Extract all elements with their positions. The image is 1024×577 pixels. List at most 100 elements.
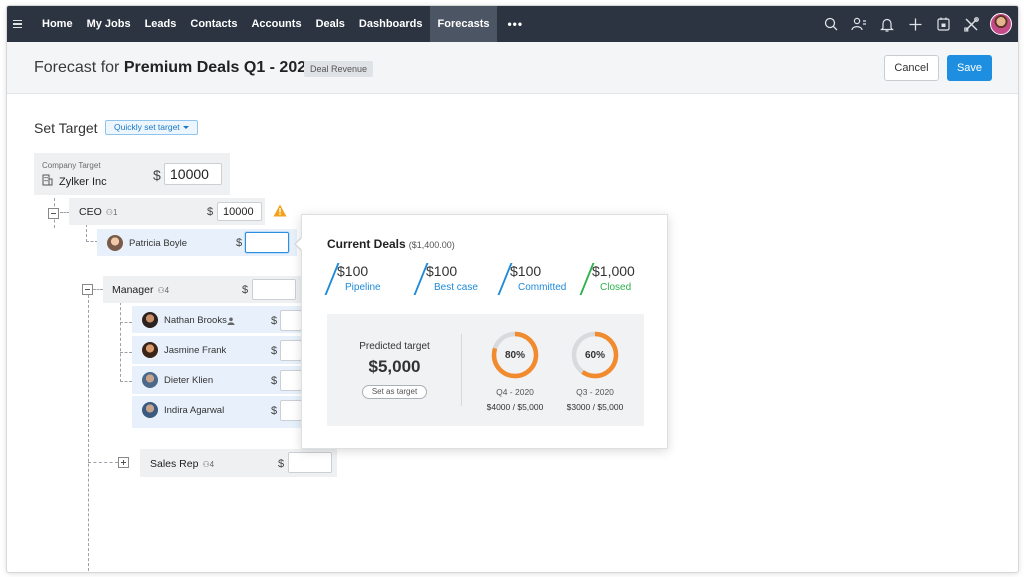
currency-symbol: $	[242, 284, 249, 296]
list-item: Dieter Klien $	[132, 366, 302, 394]
current-deals-heading: Current Deals	[327, 237, 406, 251]
sales-rep-target-input[interactable]	[288, 452, 332, 473]
user-avatar[interactable]	[990, 13, 1012, 35]
current-deals-total: ($1,400.00)	[408, 240, 455, 250]
currency-symbol: $	[271, 405, 278, 417]
expand-sales-rep-toggle[interactable]	[118, 457, 129, 468]
nav-leads[interactable]: Leads	[138, 6, 184, 42]
nav-dashboards[interactable]: Dashboards	[352, 6, 430, 42]
member-count: ⚇4	[202, 460, 215, 469]
metric-value: $100	[510, 263, 542, 279]
nav-forecasts[interactable]: Forecasts	[429, 6, 498, 42]
forecast-type-badge: Deal Revenue	[304, 61, 374, 77]
sales-rep-role: Sales Rep	[150, 458, 199, 470]
currency-symbol: $	[207, 206, 214, 218]
metric-pipeline: $100 Pipeline	[324, 261, 417, 295]
title-prefix: Forecast for	[34, 59, 120, 76]
manager-row: Manager ⚇4 $	[103, 276, 303, 303]
company-target-input[interactable]: 10000	[164, 163, 222, 185]
manager-count: 4	[164, 286, 170, 295]
metric-value: $1,000	[592, 263, 635, 279]
manager-role: Manager	[112, 284, 154, 296]
menu-icon[interactable]	[13, 19, 35, 29]
cancel-button[interactable]: Cancel	[884, 55, 939, 81]
tree-connector	[88, 462, 118, 463]
metric-committed: $100 Committed	[497, 261, 590, 295]
quarter-label: Q3 - 2020	[576, 387, 614, 397]
divider	[461, 334, 462, 406]
set-target-heading: Set Target	[34, 120, 98, 136]
collapse-manager-toggle[interactable]	[82, 284, 93, 295]
nav-accounts[interactable]: Accounts	[244, 6, 308, 42]
quick-set-target-button[interactable]: Quickly set target	[105, 120, 198, 135]
member-target-input[interactable]	[280, 310, 302, 331]
quarter-ratio: $3000 / $5,000	[566, 402, 624, 412]
company-target-label: Company Target	[42, 161, 101, 170]
list-item: Indira Agarwal $	[132, 396, 302, 428]
list-item: Patricia Boyle $	[97, 229, 297, 256]
calendar-icon[interactable]	[934, 15, 952, 33]
warning-icon	[273, 204, 287, 217]
nav-home[interactable]: Home	[35, 6, 80, 42]
metric-label: Closed	[600, 282, 632, 293]
predicted-target-label: Predicted target	[359, 341, 430, 352]
metric-label: Pipeline	[345, 282, 381, 293]
avatar	[142, 342, 158, 358]
member-target-input[interactable]	[280, 400, 302, 421]
collapse-ceo-toggle[interactable]	[48, 208, 59, 219]
plus-icon[interactable]	[906, 15, 924, 33]
avatar	[142, 372, 158, 388]
currency-symbol: $	[271, 315, 278, 327]
metric-label: Committed	[518, 282, 567, 293]
ceo-row: CEO ⚇1 $ 10000	[69, 198, 265, 225]
company-target-card: Company Target Zylker Inc $ 10000	[34, 153, 230, 195]
ceo-role-label: CEO ⚇1	[79, 206, 117, 218]
currency-symbol: $	[153, 167, 161, 183]
list-item: Jasmine Frank $	[132, 336, 302, 364]
manager-target-input[interactable]	[252, 279, 296, 300]
current-deals-title: Current Deals ($1,400.00)	[327, 237, 455, 251]
avatar	[107, 235, 123, 251]
member-name: Jasmine Frank	[164, 345, 227, 356]
quick-set-target-label: Quickly set target	[114, 122, 180, 132]
member-target-input[interactable]	[280, 370, 302, 391]
list-item: Nathan Brooks $	[132, 306, 302, 334]
nav-contacts[interactable]: Contacts	[183, 6, 244, 42]
nav-more-icon[interactable]: •••	[497, 17, 533, 31]
contacts-icon[interactable]	[850, 15, 868, 33]
save-button[interactable]: Save	[947, 55, 992, 81]
tree-connector	[93, 289, 103, 290]
sales-rep-row: Sales Rep ⚇4 $	[140, 449, 337, 477]
tree-connector	[120, 322, 132, 323]
currency-symbol: $	[236, 237, 243, 249]
search-icon[interactable]	[822, 15, 840, 33]
company-name: Zylker Inc	[59, 176, 107, 188]
predicted-target-value: $5,000	[368, 357, 421, 376]
page-title: Forecast for Premium Deals Q1 - 2020	[34, 59, 315, 77]
set-as-target-button[interactable]: Set as target	[362, 385, 427, 399]
nav-deals[interactable]: Deals	[309, 6, 352, 42]
metric-label: Best case	[434, 282, 478, 293]
avatar	[142, 402, 158, 418]
building-icon	[42, 174, 53, 186]
nav-my-jobs[interactable]: My Jobs	[80, 6, 138, 42]
member-count: ⚇4	[157, 286, 170, 295]
currency-symbol: $	[271, 345, 278, 357]
nav-right-tools	[822, 6, 1012, 42]
metric-best-case: $100 Best case	[413, 261, 506, 295]
metric-closed: $1,000 Closed	[579, 261, 672, 295]
metric-value: $100	[426, 263, 458, 279]
quarter-label: Q4 - 2020	[496, 387, 534, 397]
currency-symbol: $	[271, 375, 278, 387]
ceo-target-input[interactable]: 10000	[217, 202, 262, 221]
tools-icon[interactable]	[962, 15, 980, 33]
bell-icon[interactable]	[878, 15, 896, 33]
popup-pointer-fill	[296, 237, 303, 251]
ceo-role: CEO	[79, 206, 102, 218]
member-target-input[interactable]	[280, 340, 302, 361]
forecast-name: Premium Deals Q1 - 2020	[123, 59, 316, 76]
current-deals-popover: Current Deals ($1,400.00) $100 Pipeline $…	[301, 214, 668, 449]
page-header: Forecast for Premium Deals Q1 - 2020 Dea…	[7, 42, 1018, 94]
member-target-input[interactable]	[245, 232, 289, 253]
sales-rep-count: 4	[209, 460, 215, 469]
